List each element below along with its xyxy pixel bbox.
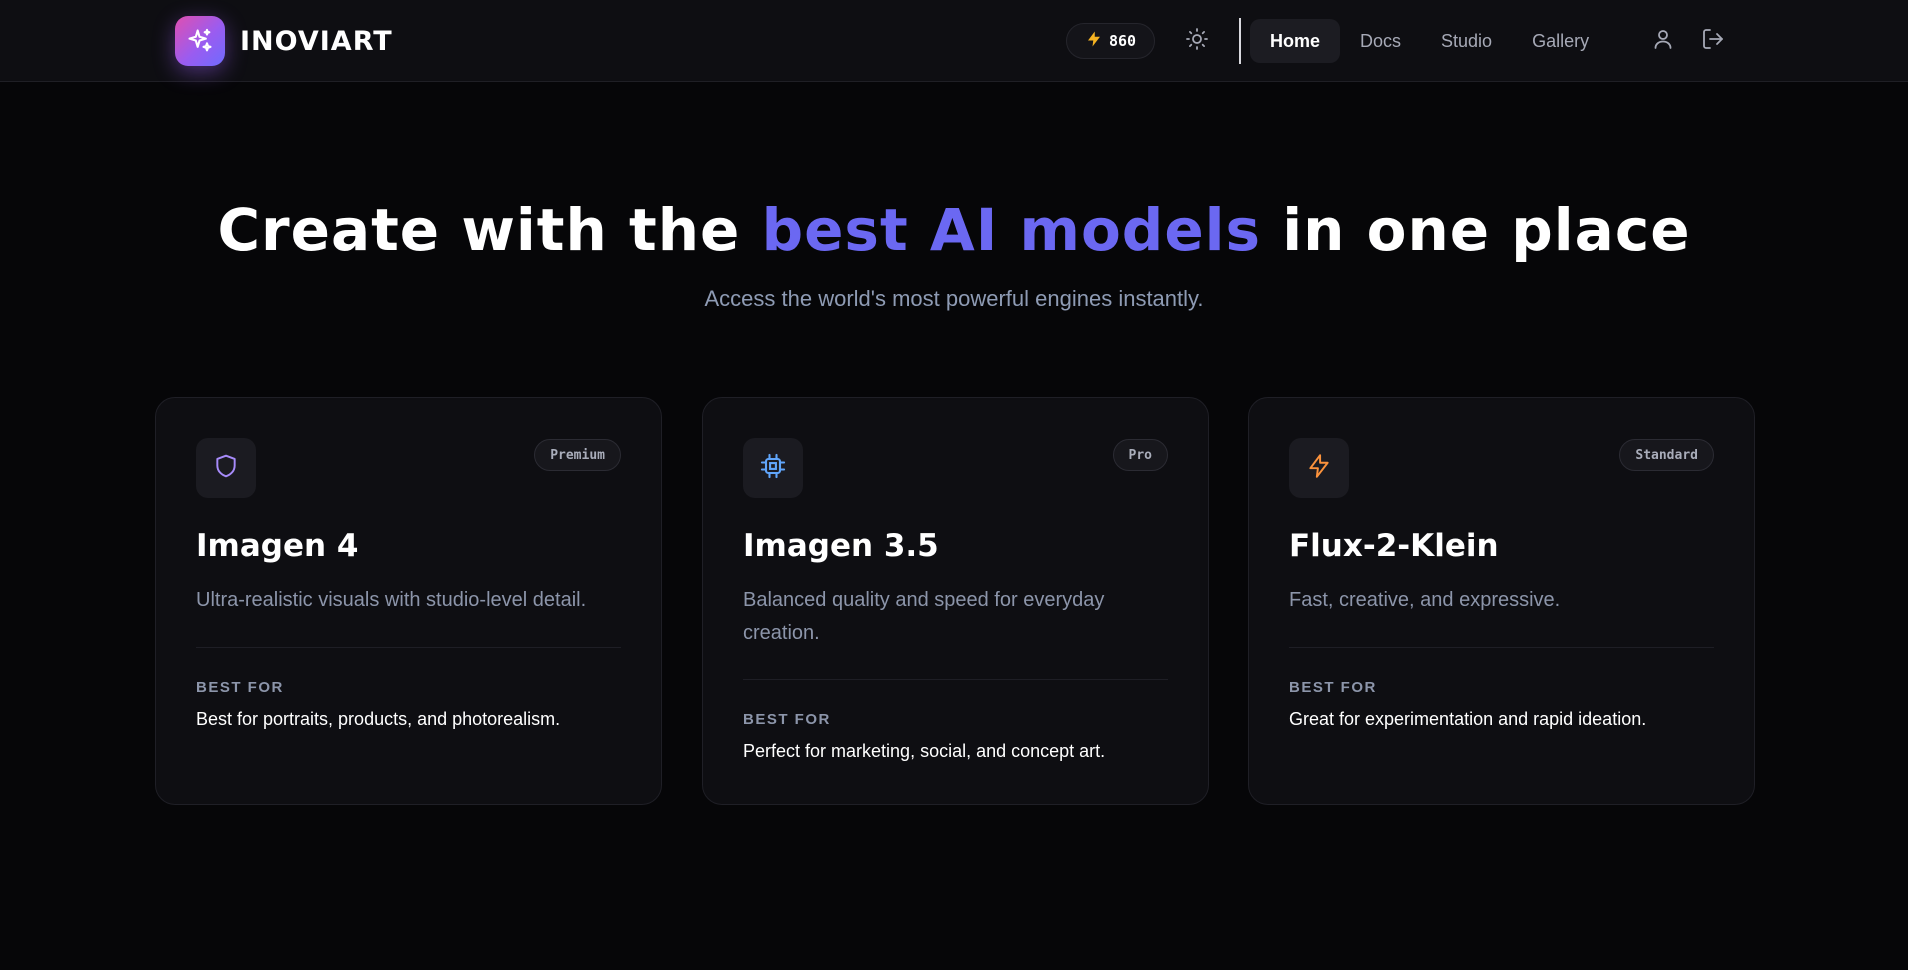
lightning-icon: [1306, 452, 1332, 484]
cpu-chip-icon: [759, 452, 787, 484]
best-for-label: BEST FOR: [196, 679, 284, 696]
hero-title-accent: best AI models: [761, 196, 1262, 264]
top-navigation-bar: INOVIART 860 Home Docs Studio Gallery: [0, 0, 1908, 82]
best-for-text: Best for portraits, products, and photor…: [196, 709, 561, 729]
card-divider: [1289, 647, 1714, 648]
model-card-imagen-3-5[interactable]: Pro Imagen 3.5 Balanced quality and spee…: [702, 397, 1209, 805]
card-divider: [196, 647, 621, 648]
model-name: Imagen 4: [196, 528, 359, 564]
logout-button[interactable]: [1696, 24, 1730, 58]
tier-badge: Premium: [534, 439, 621, 471]
logout-icon: [1701, 27, 1725, 55]
best-for-text: Great for experimentation and rapid idea…: [1289, 709, 1647, 729]
nav-gallery[interactable]: Gallery: [1512, 19, 1609, 63]
hero-title-end: in one place: [1261, 196, 1691, 264]
brand-name: INOVIART: [240, 25, 393, 57]
model-description: Balanced quality and speed for everyday …: [743, 589, 1105, 644]
best-for-label: BEST FOR: [1289, 679, 1377, 696]
nav-docs[interactable]: Docs: [1340, 19, 1421, 63]
model-description: Fast, creative, and expressive.: [1289, 589, 1561, 611]
model-card-imagen-4[interactable]: Premium Imagen 4 Ultra-realistic visuals…: [155, 397, 662, 805]
best-for-section: BEST FOR Perfect for marketing, social, …: [743, 679, 1168, 762]
model-card-flux-2-klein[interactable]: Standard Flux-2-Klein Fast, creative, an…: [1248, 397, 1755, 805]
hero-title: Create with the best AI models in one pl…: [0, 196, 1908, 264]
model-name: Imagen 3.5: [743, 528, 939, 564]
credits-badge[interactable]: 860: [1066, 23, 1155, 59]
model-icon-tile: [196, 438, 256, 498]
sparkles-icon: [175, 16, 225, 66]
model-icon-tile: [743, 438, 803, 498]
nav-studio[interactable]: Studio: [1421, 19, 1512, 63]
model-name: Flux-2-Klein: [1289, 528, 1499, 564]
best-for-label: BEST FOR: [743, 711, 831, 728]
sun-icon: [1185, 27, 1209, 55]
shield-icon: [213, 453, 239, 483]
card-divider: [743, 679, 1168, 680]
tier-badge: Standard: [1619, 439, 1714, 471]
hero-title-start: Create with the: [217, 196, 762, 264]
profile-button[interactable]: [1646, 24, 1680, 58]
best-for-text: Perfect for marketing, social, and conce…: [743, 741, 1106, 761]
main-nav: Home Docs Studio Gallery: [1250, 19, 1609, 63]
best-for-section: BEST FOR Best for portraits, products, a…: [196, 647, 621, 730]
nav-home[interactable]: Home: [1250, 19, 1341, 63]
brand-home-link[interactable]: INOVIART: [175, 16, 393, 66]
credits-count: 860: [1108, 32, 1137, 50]
theme-toggle-button[interactable]: [1180, 24, 1214, 58]
header-divider: [1239, 18, 1241, 64]
user-icon: [1651, 27, 1675, 55]
best-for-section: BEST FOR Great for experimentation and r…: [1289, 647, 1714, 730]
lightning-icon: [1085, 29, 1103, 53]
model-description: Ultra-realistic visuals with studio-leve…: [196, 589, 587, 611]
hero-subtitle: Access the world's most powerful engines…: [704, 286, 1204, 311]
model-icon-tile: [1289, 438, 1349, 498]
tier-badge: Pro: [1112, 439, 1168, 471]
